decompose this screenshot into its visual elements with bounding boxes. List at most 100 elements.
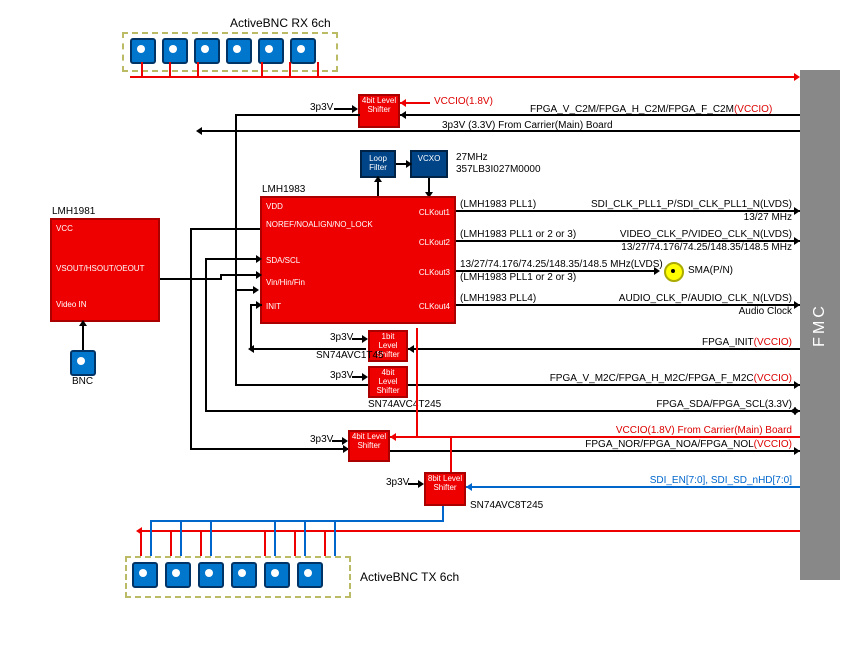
fmc-block: FMC (800, 70, 840, 580)
pin-label: SDA/SCL (266, 256, 300, 265)
wire (180, 520, 182, 556)
signal-label: VCCIO(1.8V) From Carrier(Main) Board (616, 425, 792, 436)
wire (220, 274, 260, 276)
pin-label: VDD (266, 202, 283, 211)
wire (141, 62, 143, 76)
signal-label: FPGA_V_M2C/FPGA_H_M2C/FPGA_F_M2C(VCCIO) (550, 373, 792, 384)
signal-label: VIDEO_CLK_P/VIDEO_CLK_N(LVDS) (620, 229, 792, 240)
shifter-8bit: 8bit Level Shifter (424, 472, 466, 506)
bnc-connector (132, 562, 158, 588)
wire (200, 530, 202, 556)
wire (264, 530, 266, 556)
wire (274, 520, 276, 556)
signal-label: AUDIO_CLK_P/AUDIO_CLK_N(LVDS) (619, 293, 792, 304)
arrow-icon (794, 301, 800, 309)
wire (289, 62, 291, 76)
wire (235, 114, 237, 289)
wire (197, 62, 199, 76)
pin-label: CLKout4 (419, 302, 450, 311)
volt-label: 3p3V (310, 102, 333, 113)
wire (210, 520, 212, 556)
bnc-connector (162, 38, 188, 64)
signal-label: 13/27/74.176/74.25/148.35/148.5 MHz(LVDS… (460, 259, 663, 270)
arrow-icon (196, 127, 202, 135)
signal-label: 13/27/74.176/74.25/148.35/148.5 MHz (621, 242, 792, 253)
pin-label: Video IN (56, 300, 87, 309)
arrow-icon (390, 433, 396, 441)
arrow-icon (256, 271, 262, 279)
arrow-icon (374, 176, 382, 182)
arrow-icon (256, 301, 262, 309)
shifter-label: 4bit Level Shifter (362, 96, 396, 114)
pin-label: CLKout3 (419, 268, 450, 277)
volt-label: 3p3V (330, 370, 353, 381)
bnc-connector (70, 350, 96, 376)
sma-connector (664, 262, 684, 282)
arrow-icon (248, 345, 254, 353)
loop-filter-block: Loop Filter (360, 150, 396, 178)
bnc-label: BNC (72, 376, 93, 387)
pin-label: VCC (56, 224, 73, 233)
bnc-connector (194, 38, 220, 64)
label: 4bit Level Shifter (376, 368, 399, 395)
wire (170, 530, 172, 556)
arrow-icon (253, 286, 259, 294)
wire (261, 62, 263, 76)
vcxo-part: 357LB3I027M0000 (456, 164, 541, 175)
bnc-connector (290, 38, 316, 64)
arrow-icon (794, 381, 800, 389)
block-diagram: ActiveBNC RX 6ch FMC 3p3V 4bit Level Shi… (10, 10, 840, 640)
wire (235, 384, 368, 386)
bnc-rx-row (130, 38, 316, 64)
wire (324, 530, 326, 556)
lmh1981-block: VCC VSOUT/HSOUT/OEOUT Video IN (50, 218, 160, 322)
wire (317, 62, 319, 76)
volt-label: 3p3V (386, 477, 409, 488)
lmh1983-name: LMH1983 (262, 184, 305, 195)
title-tx: ActiveBNC TX 6ch (360, 570, 459, 584)
lmh1983-block: VDD NOREF/NOALIGN/NO_LOCK SDA/SCL Vin/Hi… (260, 196, 456, 324)
bnc-connector (165, 562, 191, 588)
part-label: SN74AVC4T245 (368, 399, 441, 410)
signal-label: Audio Clock (739, 306, 792, 317)
signal-label: (LMH1983 PLL1 or 2 or 3) (460, 229, 576, 240)
label: Loop Filter (369, 154, 387, 172)
arrow-icon (79, 320, 87, 326)
arrow-icon (256, 255, 262, 263)
vcxo-block: VCXO (410, 150, 448, 178)
volt-label: 3p3V (3.3V) From Carrier(Main) Board (442, 120, 613, 131)
vccio-label: VCCIO(1.8V) (434, 96, 493, 107)
arrow-icon (794, 207, 800, 215)
wire (190, 228, 260, 230)
volt-label: 3p3V (330, 332, 353, 343)
wire (82, 322, 84, 350)
label: 8bit Level Shifter (428, 474, 462, 492)
volt-label: 3p3V (310, 434, 333, 445)
sma-label: SMA(P/N) (688, 265, 733, 276)
wire (250, 304, 252, 348)
signal-label: 13/27 MHz (744, 212, 792, 223)
bnc-connector (130, 38, 156, 64)
arrow-icon (408, 345, 414, 353)
wire (140, 530, 800, 532)
wire (466, 486, 800, 488)
signal-label: (LMH1983 PLL1) (460, 199, 536, 210)
wire (190, 228, 192, 448)
part-label: SN74AVC1T45 (316, 350, 384, 361)
signal-label: FPGA_SDA/FPGA_SCL(3.3V) (656, 399, 792, 410)
wire (205, 410, 800, 412)
lmh1981-name: LMH1981 (52, 206, 95, 217)
pin-label: VSOUT/HSOUT/OEOUT (56, 264, 156, 273)
wire (130, 76, 796, 78)
signal-label: FPGA_INIT(VCCIO) (702, 337, 792, 348)
label: 4bit Level Shifter (352, 432, 386, 450)
shifter-4bit: 4bit Level Shifter (348, 430, 390, 462)
wire (235, 289, 255, 291)
wire (294, 530, 296, 556)
bnc-connector (297, 562, 323, 588)
wire (304, 520, 306, 556)
wire (205, 258, 260, 260)
bnc-connector (231, 562, 257, 588)
arrow-icon (400, 99, 406, 107)
wire (205, 258, 207, 410)
